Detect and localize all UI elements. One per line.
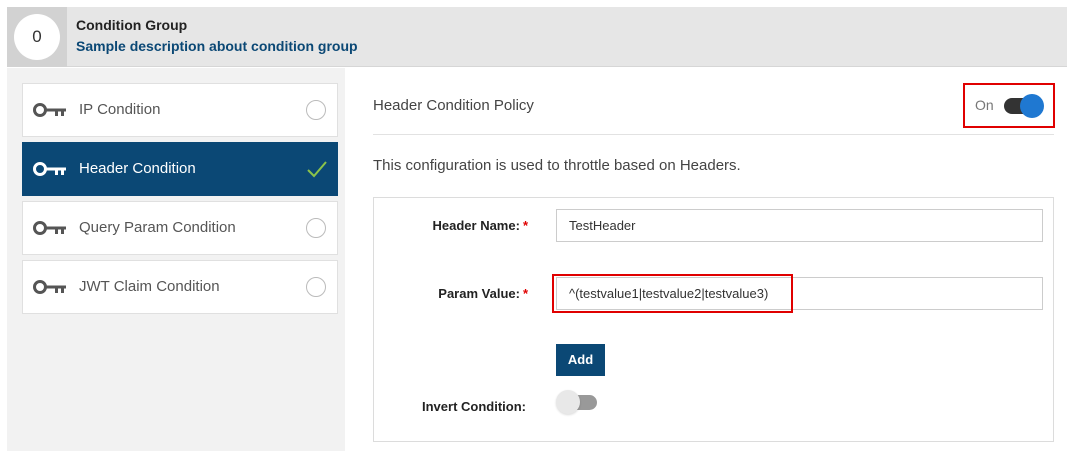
invert-condition-label: Invert Condition:	[422, 399, 526, 414]
group-number: 0	[14, 14, 60, 60]
radio-circle-icon	[306, 218, 326, 238]
condition-item-ip[interactable]: IP Condition	[22, 83, 338, 137]
condition-item-query-param[interactable]: Query Param Condition	[22, 201, 338, 255]
header-name-input[interactable]	[556, 209, 1043, 242]
key-icon	[33, 103, 66, 117]
group-number-box: 0	[7, 7, 67, 67]
param-value-label: Param Value: *	[438, 286, 528, 301]
condition-item-label: Query Param Condition	[79, 219, 236, 236]
radio-circle-icon	[306, 100, 326, 120]
param-value-highlight	[552, 274, 793, 313]
policy-toggle-knob[interactable]	[1020, 94, 1044, 118]
condition-item-label: Header Condition	[79, 160, 196, 177]
radio-circle-icon	[306, 277, 326, 297]
condition-item-label: IP Condition	[79, 101, 161, 118]
condition-list-panel: IP Condition Header Condition Query Para…	[7, 68, 345, 451]
key-icon	[33, 280, 66, 294]
group-title: Condition Group	[76, 17, 188, 33]
condition-item-header[interactable]: Header Condition	[22, 142, 338, 196]
condition-item-label: JWT Claim Condition	[79, 278, 220, 295]
add-button[interactable]: Add	[556, 344, 605, 376]
checkmark-icon	[307, 161, 327, 178]
key-icon	[33, 221, 66, 235]
policy-title: Header Condition Policy	[373, 97, 534, 114]
header-name-label: Header Name: *	[432, 218, 529, 233]
group-description: Sample description about condition group	[76, 38, 358, 54]
divider	[373, 134, 1054, 135]
policy-toggle-label: On	[975, 97, 994, 113]
key-icon	[33, 162, 66, 176]
condition-group-header: 0 Condition Group Sample description abo…	[7, 7, 1067, 67]
condition-item-jwt-claim[interactable]: JWT Claim Condition	[22, 260, 338, 314]
policy-description: This configuration is used to throttle b…	[373, 157, 741, 174]
invert-toggle-knob[interactable]	[556, 390, 580, 414]
